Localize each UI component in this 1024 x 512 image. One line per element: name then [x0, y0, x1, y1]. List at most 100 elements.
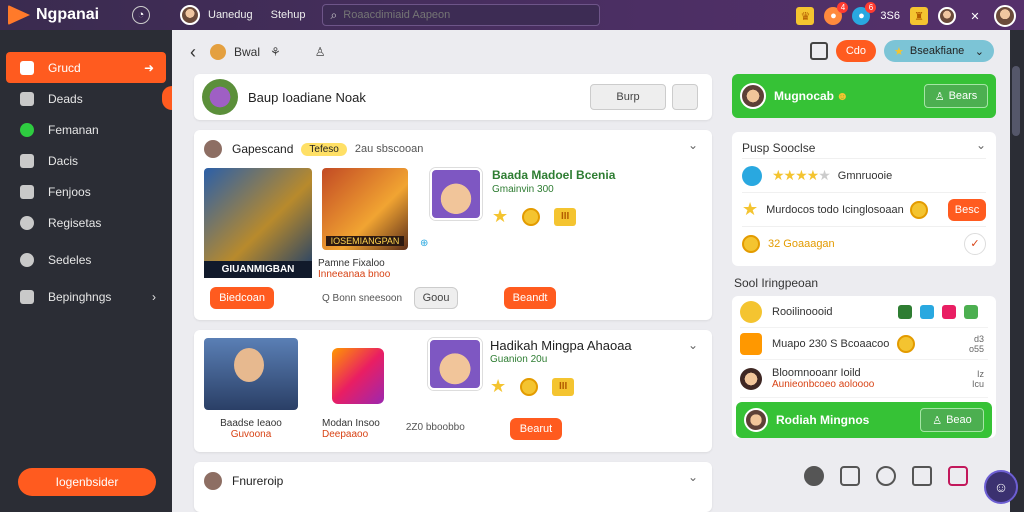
user-avatar[interactable]	[180, 5, 200, 25]
top-right-icons: ♛ ● 4 ● 6 3S6 ♜ ✕	[796, 2, 1016, 27]
controller-icon[interactable]	[840, 466, 860, 486]
back-arrow-icon[interactable]: ‹	[190, 42, 196, 63]
grid-icon[interactable]	[942, 304, 956, 319]
author-name[interactable]: Fnureroip	[232, 474, 283, 488]
featured-user-card[interactable]: Rodiah Mingnos ♙ Beao	[736, 402, 992, 438]
feed-action-button[interactable]: Biedcoan	[210, 287, 274, 309]
tile-sub-line: Pamne Fixaloo	[318, 258, 385, 269]
chevron-down-icon[interactable]: ⌄	[688, 470, 698, 484]
sidebar-item-4[interactable]: Fenjoos	[0, 176, 172, 207]
list-item[interactable]: Bloomnooanr Ioild Aunieonbcoeo aoloooo I…	[740, 360, 988, 398]
featured-user-card[interactable]: Mugnocab ☻ ♙ Bears	[732, 74, 996, 118]
author-tag: Tefeso	[301, 142, 347, 156]
search-input[interactable]	[343, 9, 584, 21]
coin-icon	[897, 334, 916, 353]
top-link-1[interactable]: Uanedug	[208, 9, 253, 21]
person-icon[interactable]: ♙	[315, 45, 326, 59]
sidebar-edge-tab[interactable]	[162, 86, 172, 110]
arrow-right-icon: ➜	[143, 60, 154, 75]
tree-icon[interactable]: ⚘	[270, 45, 281, 59]
refresh-icon[interactable]	[742, 165, 762, 186]
sidebar-cta-button[interactable]: Iogenbsider	[18, 468, 156, 496]
crown-icon[interactable]: ♛	[796, 7, 815, 25]
profile-avatar[interactable]	[994, 5, 1016, 27]
sidebar-item-6[interactable]: Sedeles	[0, 244, 172, 275]
friend-avatar[interactable]	[938, 7, 956, 25]
rating-stars-icon: ★★★★★	[772, 167, 831, 183]
window-icon[interactable]	[809, 42, 828, 60]
app-logo[interactable]: Ngpanai	[8, 5, 132, 25]
puzzle-icon[interactable]	[920, 304, 934, 319]
wave-icon[interactable]: ✓	[964, 232, 986, 255]
sidebar-item-3[interactable]: Dacis	[0, 145, 172, 176]
sidebar: Grucd ➜ Deads Femanan Dacis Fenjoos Regi…	[0, 30, 172, 512]
refresh-icon[interactable]	[876, 466, 896, 486]
chevron-down-icon[interactable]: ⌄	[688, 138, 698, 152]
star-icon: ★	[490, 376, 507, 396]
game-avatar[interactable]	[430, 168, 482, 220]
game-tile-image[interactable]: IOSEMIANGPAN	[322, 168, 408, 250]
trophy-icon[interactable]: ♜	[910, 7, 928, 25]
android-icon[interactable]	[964, 304, 978, 319]
search-box[interactable]: ⌕	[321, 4, 600, 26]
tile-sub: Modan Insoo Deepaaoo	[322, 418, 380, 444]
key-icon[interactable]	[210, 44, 226, 60]
panel-row-button[interactable]: Besc	[948, 198, 986, 221]
search-icon	[20, 215, 34, 230]
feed-primary-button[interactable]: Bearut	[510, 418, 562, 440]
feed-card: Fnureroip ⌄	[194, 462, 712, 512]
feed-header: Fnureroip ⌄	[204, 470, 702, 492]
author-name[interactable]: Gapescand	[232, 142, 293, 156]
featured-user-button[interactable]: ♙ Beao	[920, 408, 984, 432]
chevron-down-icon[interactable]: ⌄	[976, 138, 986, 152]
logo-icon	[8, 5, 30, 25]
gift-box-image[interactable]	[332, 348, 384, 404]
right-column: Mugnocab ☻ ♙ Bears Pusp Sooclse ⌄ ★★★★★ …	[732, 74, 996, 442]
reward-icons: ★ III	[490, 376, 575, 397]
right-scroll-rail[interactable]	[1010, 30, 1024, 512]
list-item-texts: Bloomnooanr Ioild Aunieonbcoeo aoloooo	[772, 367, 874, 391]
profile-icon[interactable]	[804, 466, 824, 486]
sidebar-item-0[interactable]: Grucd ➜	[6, 52, 166, 83]
chat-icon[interactable]: ● 6	[852, 2, 877, 25]
scrollbar-thumb[interactable]	[1012, 66, 1020, 136]
game-info: Hadikah Mingpa Ahaoaa Guanion 20u ★ III	[428, 338, 632, 396]
featured-user-name: Mugnocab	[774, 89, 834, 103]
person-icon: ♙	[932, 414, 943, 427]
tree-icon[interactable]	[898, 304, 912, 319]
meta-line: o55	[968, 343, 984, 354]
sidebar-item-2[interactable]: Femanan	[0, 114, 172, 145]
speedometer-icon[interactable]: ◔	[132, 6, 150, 24]
list-item[interactable]: Muapo 230 S Bcoaacoo d3 o55	[740, 328, 988, 360]
sidebar-item-1[interactable]: Deads	[0, 83, 172, 114]
author-avatar[interactable]	[204, 472, 222, 490]
feed-gray-button[interactable]: Goou	[414, 287, 459, 309]
game-tile-image[interactable]: GIUANMIGBAN	[204, 168, 312, 278]
person-tile-image[interactable]	[204, 338, 298, 410]
list-item-text: Rooilinoooid	[772, 305, 833, 318]
sidebar-item-5[interactable]: Regisetas	[0, 207, 172, 238]
sidebar-item-7[interactable]: Bepinghngs ›	[0, 281, 172, 312]
list-item[interactable]: Rooilinoooid	[740, 296, 988, 328]
trophy-icon[interactable]	[912, 466, 932, 486]
tile-subtitle: Pamne Fixaloo Inneeanaa bnoo	[318, 258, 418, 280]
tile-sub: Baadse Ieaoo Guvoona	[204, 418, 298, 444]
orange-pill-button[interactable]: Cdo	[835, 40, 876, 62]
game-avatar[interactable]	[428, 338, 482, 390]
settings-square-icon[interactable]	[672, 84, 698, 110]
author-avatar[interactable]	[204, 140, 222, 158]
top-link-2[interactable]: Stehup	[271, 9, 306, 21]
search-card: Baup Ioadiane Noak Burp	[194, 74, 712, 120]
search-icon: ⌕	[330, 7, 338, 22]
feed-primary-button[interactable]: Beandt	[504, 287, 557, 309]
game-title[interactable]: Hadikah Mingpa Ahaoaa	[490, 338, 632, 353]
teal-pill-button[interactable]: ★ Bseakfiane ⌄	[884, 40, 994, 62]
link-icon[interactable]: ⊕	[420, 238, 428, 249]
chat-bubble-icon[interactable]: ☺	[984, 470, 1018, 504]
tools-icon[interactable]: ✕	[966, 7, 984, 25]
bell-icon[interactable]: ● 4	[824, 2, 849, 25]
game-icon[interactable]	[948, 466, 968, 486]
search-card-button[interactable]: Burp	[590, 84, 666, 110]
featured-user-button[interactable]: ♙ Bears	[924, 84, 988, 108]
game-title[interactable]: Baada Madoel Bcenia	[492, 168, 615, 182]
